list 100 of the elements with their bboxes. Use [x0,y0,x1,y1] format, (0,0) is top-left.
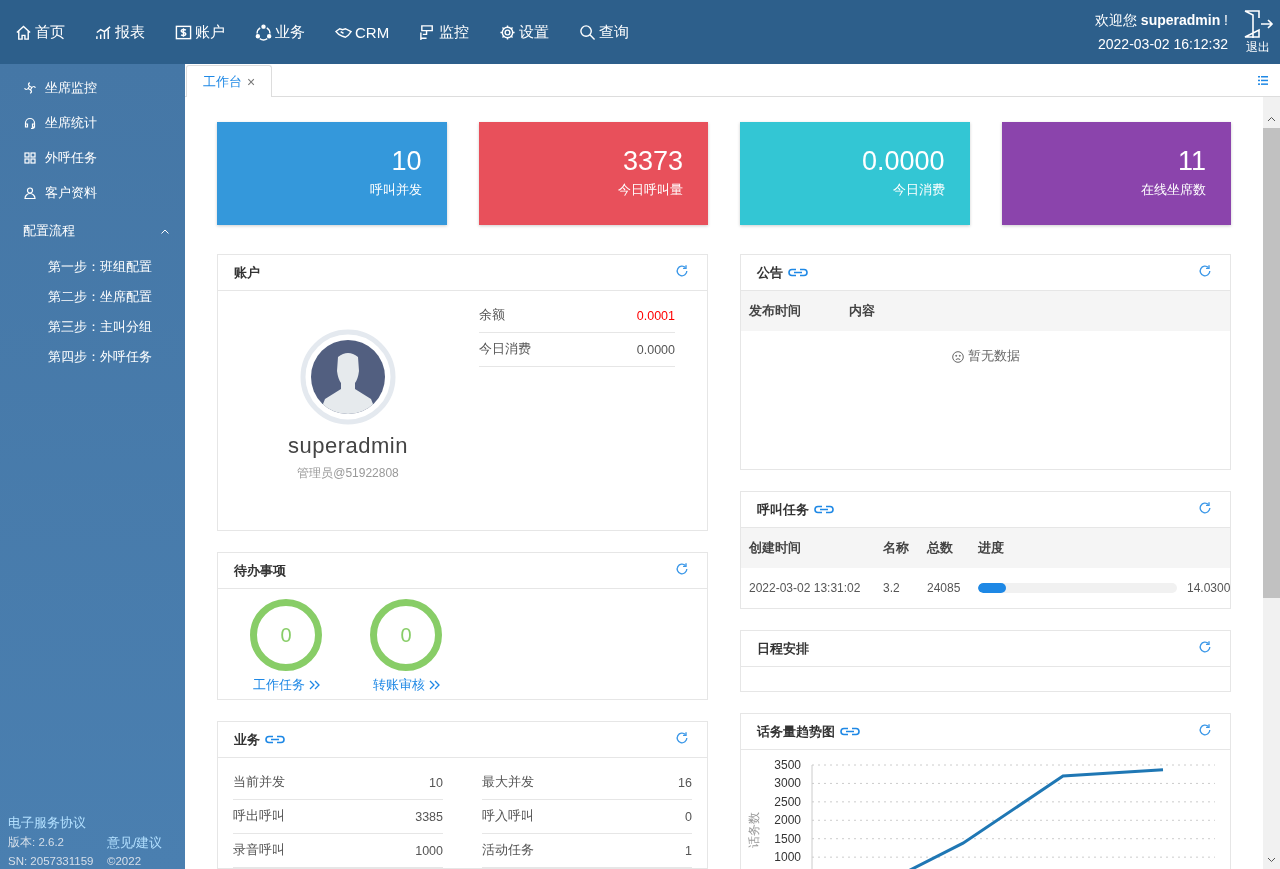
home-icon [15,23,32,41]
field-label: 录音呼叫 [233,842,285,859]
sidebar-subitem[interactable]: 第一步：班组配置 [0,252,185,282]
refresh-icon[interactable] [675,731,689,745]
tick-label: 2500 [774,794,801,809]
refresh-icon[interactable] [675,562,689,576]
double-chevron-icon [428,680,440,690]
close-icon[interactable]: × [247,73,256,90]
column-header: 发布时间 [749,302,802,320]
refresh-icon[interactable] [1198,640,1213,654]
copyright-text: ©2022 [107,855,142,867]
field-value: 0.0001 [636,308,675,323]
nav-item[interactable]: CRM [335,22,390,42]
field-value: 0.0000 [636,342,675,357]
empty-message: 暂无数据 [967,348,1020,365]
table-cell-text: 3.2 [883,581,901,595]
nav-item[interactable]: 查询 [579,22,630,42]
field-label: 最大并发 [482,774,534,791]
nav-item[interactable]: 报表 [95,22,145,42]
logout-button[interactable]: 退出 [1242,8,1274,56]
headset-icon [24,116,36,129]
tick-label: 1500 [774,831,801,846]
stat-value: 10 [391,144,422,177]
panel-title: 业务 [234,730,260,749]
panel-title: 账户 [234,263,260,282]
link-icon[interactable] [814,505,834,514]
field-value: 0 [685,809,692,824]
sidebar-subitem[interactable]: 第四步：外呼任务 [0,342,185,372]
field-value: 16 [678,775,692,790]
list-icon[interactable] [1258,75,1268,85]
search-icon [579,23,597,41]
count-ring: 0 [250,599,322,671]
version-text: 版本: 2.6.2 [8,835,65,850]
column-header: 创建时间 [749,539,802,557]
fan-icon [24,81,36,94]
sidebar-item[interactable]: 客户资料 [0,175,185,210]
stat-label: 今日呼叫量 [618,180,683,199]
scroll-up-icon[interactable] [1267,116,1276,122]
column-header: 内容 [849,302,875,320]
tab[interactable]: 工作台 × [186,65,273,97]
field-label: 活动任务 [482,842,534,859]
sidebar-item[interactable]: 配置流程 [0,210,185,252]
stat-value: 0.0000 [861,144,945,177]
tick-label: 2000 [774,813,801,828]
todo-link[interactable]: 工作任务 [252,676,320,694]
refresh-icon[interactable] [1198,723,1213,737]
person-icon [24,186,36,199]
scroll-down-icon[interactable] [1267,857,1276,863]
panel-title: 公告 [757,263,783,282]
link-icon[interactable] [788,268,808,277]
todo-link[interactable]: 转账审核 [372,676,440,694]
panel-title: 话务量趋势图 [757,722,835,741]
table-cell-text: 2022-03-02 13:31:02 [749,581,862,595]
nav-item[interactable]: 账户 [175,22,225,42]
panel-title: 呼叫任务 [757,500,809,519]
panel-title: 待办事项 [234,561,286,580]
user-name: superadmin [288,433,408,459]
count-ring: 0 [370,599,442,671]
refresh-icon[interactable] [1198,264,1213,278]
field-value: 3385 [415,809,443,824]
refresh-icon[interactable] [675,264,689,278]
sidebar-subitem[interactable]: 第二步：坐席配置 [0,282,185,312]
field-label: 呼出呼叫 [233,808,285,825]
double-chevron-icon [308,680,320,690]
nav-item[interactable]: 首页 [15,22,65,42]
field-value: 1000 [415,843,443,858]
feedback-link[interactable]: 意见/建议 [107,835,163,852]
field-label: 余额 [479,307,505,324]
stat-label: 呼叫并发 [369,180,422,199]
nav-item[interactable]: 设置 [499,22,550,42]
field-value: 1 [685,843,692,858]
sidebar-item[interactable]: 坐席统计 [0,105,185,140]
sidebar-item[interactable]: 坐席监控 [0,70,185,105]
link-icon[interactable] [840,727,860,736]
bar-chart-icon [95,23,112,41]
scrollbar[interactable] [1263,97,1280,869]
sad-face-icon [951,350,964,363]
panel-title: 日程安排 [757,639,809,658]
link-icon[interactable] [265,735,285,744]
column-header: 总数 [927,539,954,557]
welcome-text: 欢迎您 superadmin ! [1094,12,1228,30]
column-header: 名称 [883,539,910,557]
axis-title: 话务数 [747,812,761,848]
agreement-link[interactable]: 电子服务协议 [8,815,185,832]
table-cell: 14.0300 [1187,581,1231,595]
field-label: 今日消费 [479,341,531,358]
datetime: 2022-03-02 16:12:32 [1098,36,1228,52]
dollar-icon [175,23,192,41]
exit-door-icon [1242,8,1274,39]
sidebar-item[interactable]: 外呼任务 [0,140,185,175]
field-label: 呼入呼叫 [482,808,534,825]
tick-label: 3000 [774,776,801,791]
sync-dots-icon [255,23,272,41]
refresh-icon[interactable] [1198,501,1213,515]
nav-item[interactable]: 监控 [419,22,470,42]
stat-value: 11 [1177,144,1206,177]
nav-item[interactable]: 业务 [255,22,305,42]
table-cell-text: 24085 [927,581,962,595]
sidebar-subitem[interactable]: 第三步：主叫分组 [0,312,185,342]
tick-label: 3500 [774,758,801,772]
